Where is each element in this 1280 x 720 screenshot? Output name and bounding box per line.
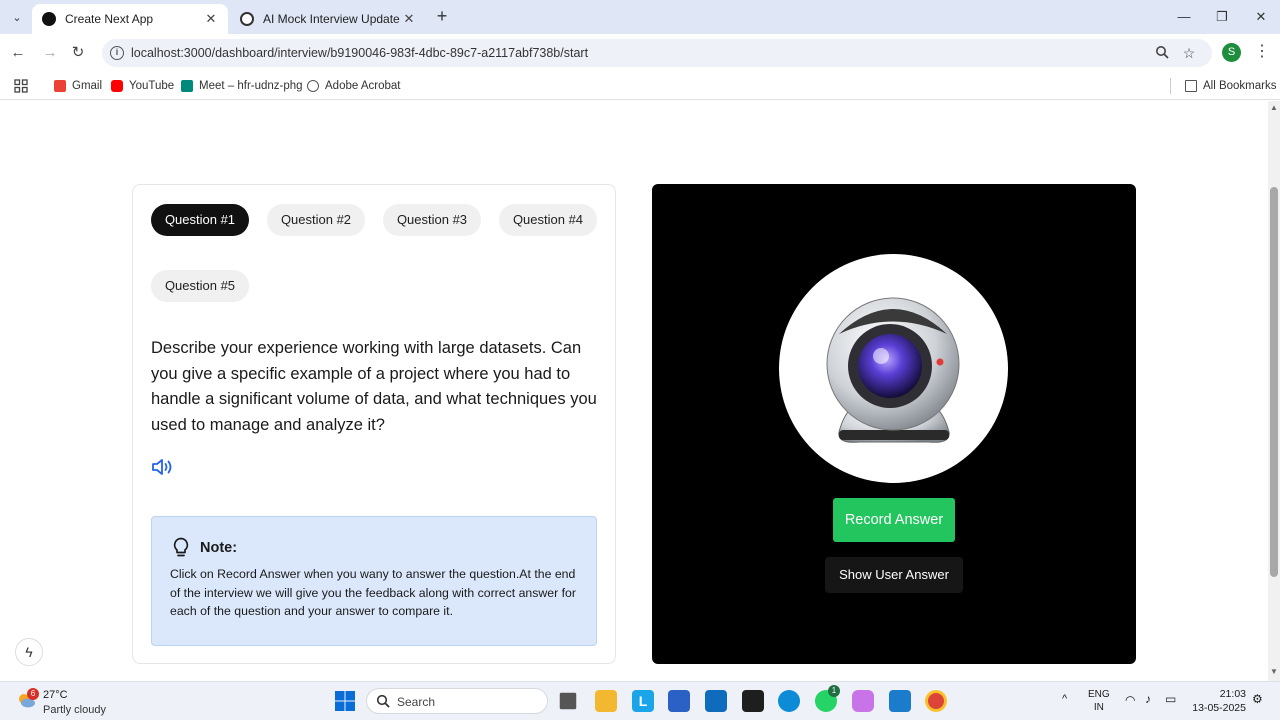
more-menu-icon[interactable]: ⋮ bbox=[1254, 42, 1270, 62]
system-clock[interactable]: 21:03 13-05-2025 bbox=[1190, 687, 1246, 715]
taskbar-search[interactable]: Search bbox=[366, 688, 548, 714]
weather-condition: Partly cloudy bbox=[43, 704, 106, 716]
notifications-icon[interactable]: ⚙ bbox=[1252, 692, 1263, 706]
windows-start-icon[interactable] bbox=[334, 690, 356, 712]
tab-strip: ⌄ Create Next App ✕ AI Mock Interview Up… bbox=[0, 0, 1280, 34]
speaker-icon[interactable] bbox=[151, 457, 175, 477]
browser-toolbar: ← → ↻ i localhost:3000/dashboard/intervi… bbox=[0, 34, 1280, 72]
webcam-icon bbox=[826, 297, 960, 443]
file-explorer-icon[interactable] bbox=[595, 690, 617, 712]
all-bookmarks-label: All Bookmarks bbox=[1203, 80, 1277, 92]
tab-ai-mock-interview[interactable]: AI Mock Interview Update ✕ bbox=[230, 4, 426, 34]
bookmark-label: Gmail bbox=[72, 80, 103, 92]
maximize-icon[interactable]: ❐ bbox=[1210, 6, 1234, 28]
globe-icon bbox=[307, 80, 319, 92]
region-label: IN bbox=[1093, 702, 1104, 713]
app-l-icon[interactable]: L bbox=[632, 690, 654, 712]
reload-icon[interactable]: ↻ bbox=[67, 42, 89, 64]
tab-create-next-app[interactable]: Create Next App ✕ bbox=[32, 4, 228, 34]
whatsapp-badge: 1 bbox=[828, 685, 840, 697]
scroll-down-icon[interactable]: ▼ bbox=[1270, 667, 1278, 676]
url-text[interactable]: localhost:3000/dashboard/interview/b9190… bbox=[131, 46, 588, 60]
gmail-icon bbox=[54, 80, 66, 92]
zoom-icon[interactable] bbox=[1154, 45, 1170, 61]
question-text: Describe your experience working with la… bbox=[151, 339, 597, 434]
show-user-answer-button[interactable]: Show User Answer bbox=[825, 557, 963, 593]
microsoft-store-icon[interactable] bbox=[668, 690, 690, 712]
bookmark-youtube[interactable]: YouTube bbox=[111, 77, 174, 95]
question-tab-5[interactable]: Question #5 bbox=[151, 270, 249, 302]
webcam-placeholder bbox=[779, 254, 1008, 483]
folder-icon bbox=[1185, 80, 1197, 92]
scrollbar-thumb[interactable] bbox=[1270, 187, 1278, 577]
question-tab-1[interactable]: Question #1 bbox=[151, 204, 249, 236]
bookmark-star-icon[interactable]: ☆ bbox=[1181, 45, 1197, 61]
edge-icon[interactable] bbox=[778, 690, 800, 712]
search-label: Search bbox=[397, 695, 436, 709]
wifi-icon[interactable]: ◠ bbox=[1125, 693, 1135, 707]
windows-taskbar: 6 27°C Partly cloudy Search L 1 ^ ENG IN… bbox=[0, 681, 1280, 720]
note-body: Click on Record Answer when you wany to … bbox=[170, 567, 576, 619]
nextjs-favicon-icon bbox=[42, 12, 56, 26]
nextjs-devtools-bolt-icon[interactable]: ϟ bbox=[15, 638, 43, 666]
copilot-icon[interactable] bbox=[852, 690, 874, 712]
chrome-icon[interactable] bbox=[925, 690, 947, 712]
close-tab-icon[interactable]: ✕ bbox=[204, 11, 218, 27]
language-indicator[interactable]: ENG IN bbox=[1088, 688, 1110, 714]
record-answer-button[interactable]: Record Answer bbox=[833, 498, 955, 542]
note-title: Note: bbox=[200, 540, 238, 556]
bookmark-meet[interactable]: Meet – hfr-udnz-phg bbox=[181, 77, 303, 95]
whatsapp-icon[interactable]: 1 bbox=[815, 685, 840, 712]
tab-search-icon[interactable]: ⌄ bbox=[6, 7, 28, 27]
clock-time: 21:03 bbox=[1219, 688, 1246, 700]
question-tab-4[interactable]: Question #4 bbox=[499, 204, 597, 236]
battery-icon[interactable]: ▭ bbox=[1165, 692, 1176, 706]
question-tab-2[interactable]: Question #2 bbox=[267, 204, 365, 236]
close-window-icon[interactable]: ✕ bbox=[1249, 6, 1273, 28]
note-header: Note: bbox=[172, 537, 237, 559]
webcam-panel: Record Answer Show User Answer bbox=[652, 184, 1136, 664]
note-box: Note: Click on Record Answer when you wa… bbox=[151, 516, 597, 646]
clock-date: 13-05-2025 bbox=[1192, 702, 1246, 714]
language-label: ENG bbox=[1088, 689, 1110, 700]
lightbulb-icon bbox=[173, 537, 189, 557]
bookmark-gmail[interactable]: Gmail bbox=[54, 77, 102, 95]
scroll-up-icon[interactable]: ▲ bbox=[1270, 103, 1278, 112]
forward-icon[interactable]: → bbox=[39, 42, 61, 64]
close-tab-icon[interactable]: ✕ bbox=[402, 11, 416, 27]
all-bookmarks[interactable]: All Bookmarks bbox=[1185, 77, 1277, 95]
back-icon[interactable]: ← bbox=[7, 42, 29, 64]
question-panel: Question #1 Question #2 Question #3 Ques… bbox=[132, 184, 616, 664]
task-view-icon[interactable] bbox=[559, 692, 577, 710]
question-tab-3[interactable]: Question #3 bbox=[383, 204, 481, 236]
search-icon bbox=[376, 694, 390, 708]
volume-icon[interactable]: ♪ bbox=[1145, 692, 1151, 706]
weather-badge: 6 bbox=[27, 688, 39, 700]
new-tab-icon[interactable]: + bbox=[432, 6, 452, 26]
bookmark-adobe-acrobat[interactable]: Adobe Acrobat bbox=[307, 77, 400, 95]
tab-title: Create Next App bbox=[65, 12, 154, 26]
openai-favicon-icon bbox=[240, 12, 254, 26]
minimize-icon[interactable]: — bbox=[1172, 6, 1196, 28]
vscode-icon[interactable] bbox=[889, 690, 911, 712]
address-bar[interactable]: i localhost:3000/dashboard/interview/b91… bbox=[102, 39, 1212, 67]
bookmark-label: Meet – hfr-udnz-phg bbox=[199, 80, 303, 92]
terminal-icon[interactable] bbox=[742, 690, 764, 712]
outlook-icon[interactable] bbox=[705, 690, 727, 712]
weather-widget[interactable]: 6 27°C Partly cloudy bbox=[14, 687, 134, 717]
page-content: Question #1 Question #2 Question #3 Ques… bbox=[0, 101, 1268, 681]
bookmarks-bar: Gmail YouTube Meet – hfr-udnz-phg Adobe … bbox=[0, 72, 1280, 100]
bookmark-label: Adobe Acrobat bbox=[325, 80, 401, 92]
tray-overflow-icon[interactable]: ^ bbox=[1062, 693, 1067, 705]
apps-grid-icon[interactable] bbox=[14, 77, 28, 95]
bookmark-label: YouTube bbox=[129, 80, 175, 92]
bookmarks-divider bbox=[1170, 78, 1171, 94]
page-scrollbar[interactable]: ▲ ▼ bbox=[1268, 101, 1280, 681]
tab-title: AI Mock Interview Update bbox=[263, 12, 400, 26]
profile-avatar[interactable]: S bbox=[1222, 43, 1241, 62]
youtube-icon bbox=[111, 80, 123, 92]
temperature: 27°C bbox=[43, 689, 68, 701]
site-info-icon[interactable]: i bbox=[110, 46, 124, 60]
meet-icon bbox=[181, 80, 193, 92]
